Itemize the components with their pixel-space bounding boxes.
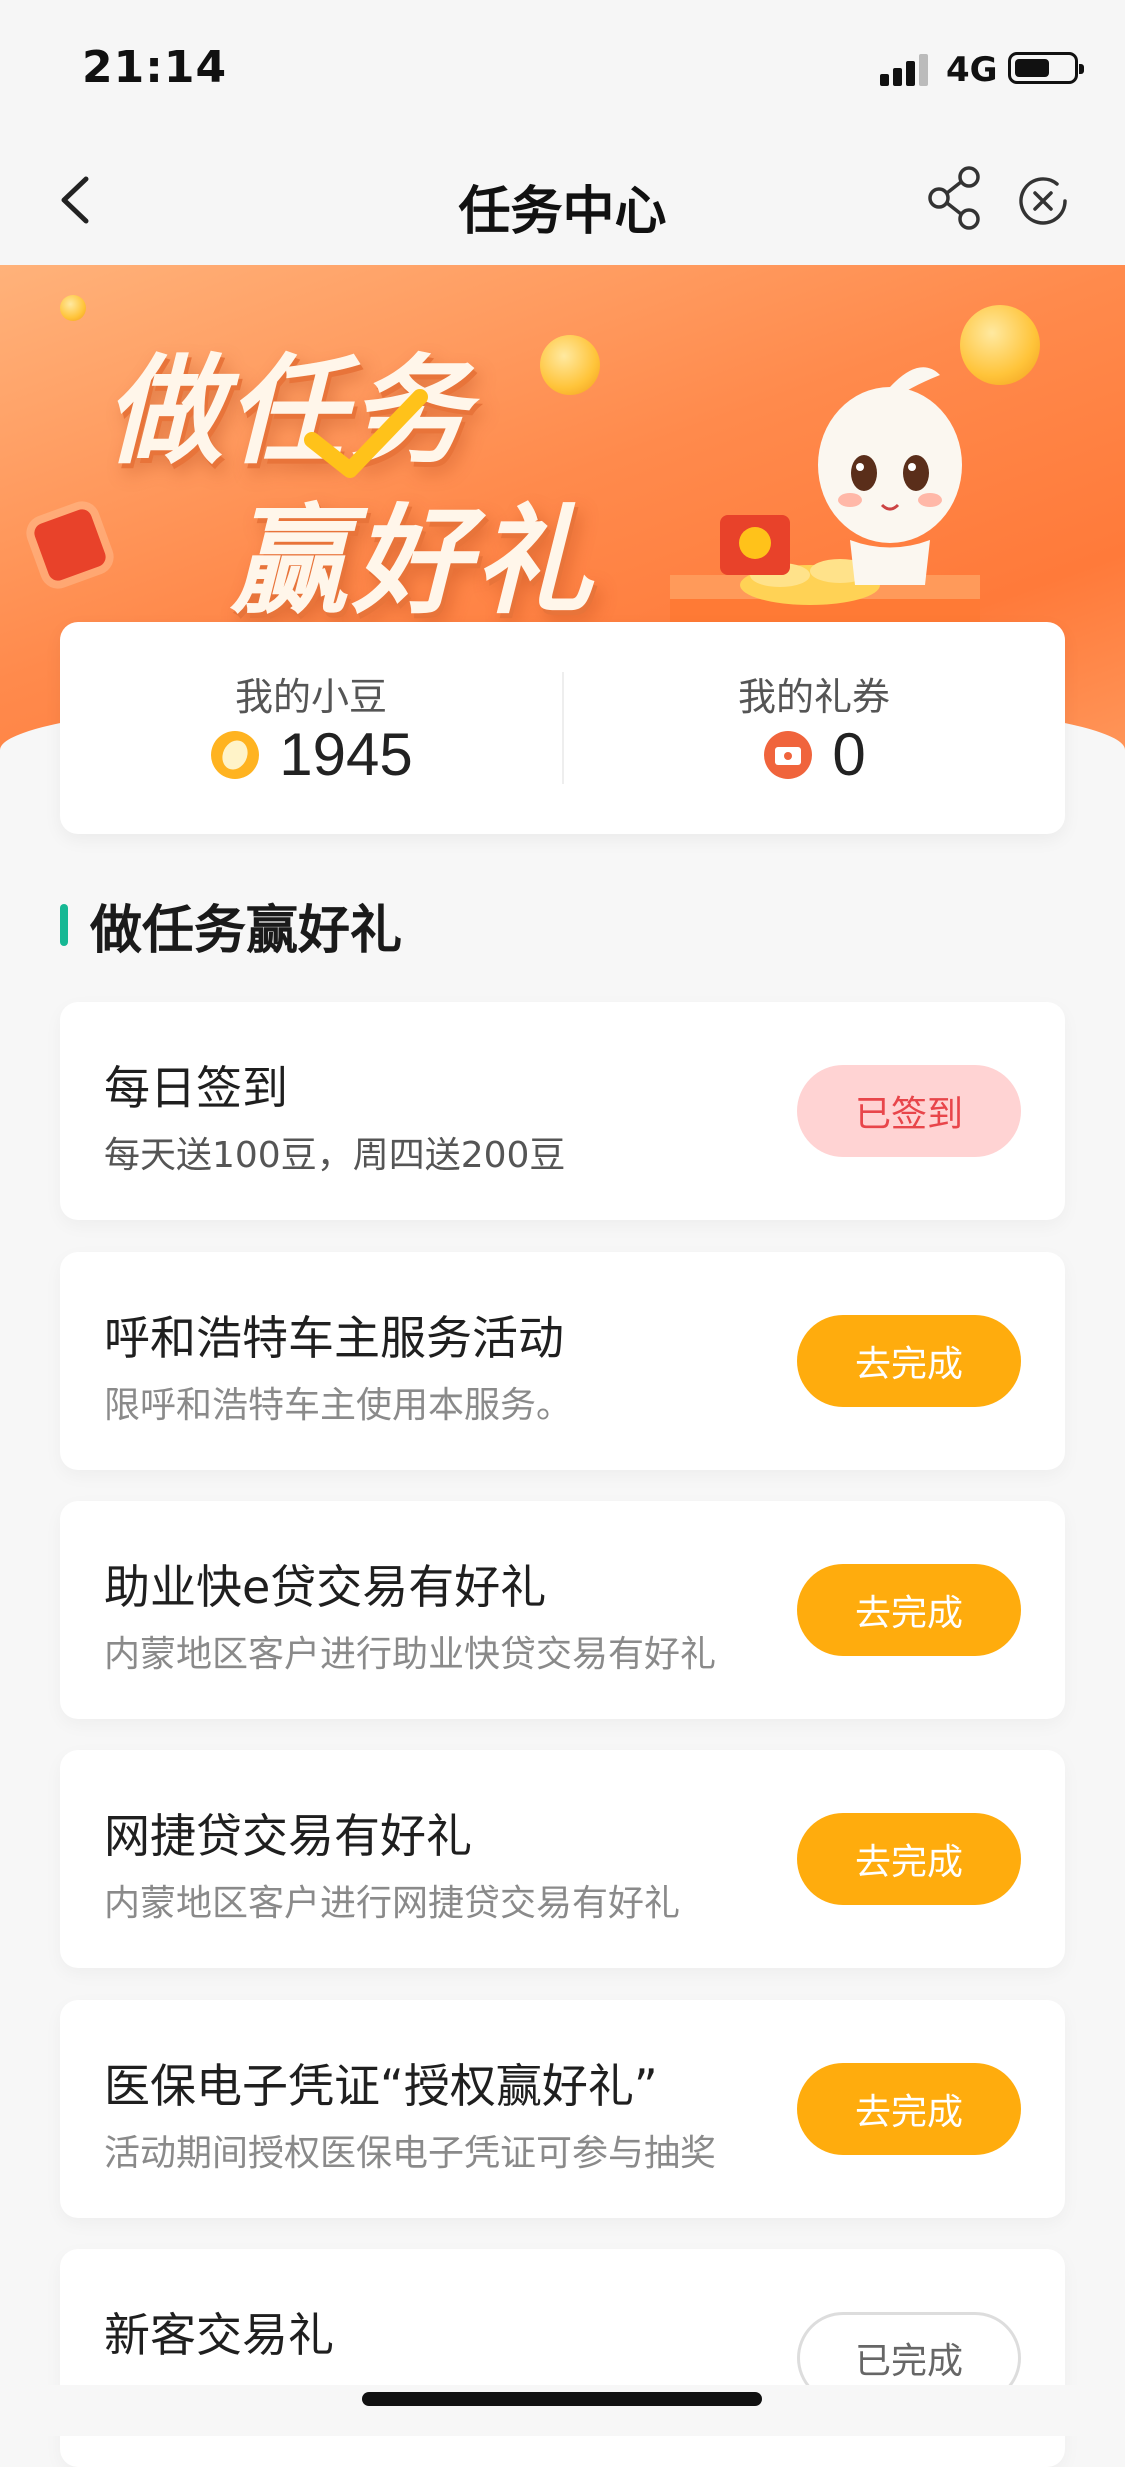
task-title: 呼和浩特车主服务活动: [104, 1311, 564, 1365]
section-accent-bar: [60, 904, 68, 946]
coin-decoration: [60, 295, 86, 321]
coin-decoration: [540, 335, 600, 395]
task-card-daily-checkin: 每日签到 每天送100豆，周四送200豆 已签到: [60, 1002, 1065, 1220]
nav-bar: 任务中心: [0, 135, 1125, 265]
beans-label: 我的小豆: [234, 675, 387, 719]
task-desc: 内蒙地区客户进行网捷贷交易有好礼: [104, 1883, 681, 1924]
my-coupons[interactable]: 我的礼券 0: [563, 622, 1065, 834]
go-complete-button[interactable]: 去完成: [797, 1564, 1021, 1656]
task-title: 新客交易礼: [104, 2308, 334, 2362]
task-card-car-owner: 呼和浩特车主服务活动 限呼和浩特车主使用本服务。 去完成: [60, 1252, 1065, 1470]
banner-title-line2: 赢好礼: [230, 492, 597, 630]
red-envelope-decoration: [31, 506, 109, 584]
section-header: 做任务赢好礼: [60, 890, 403, 961]
mascot-illustration: [818, 367, 962, 585]
battery-icon: [1008, 52, 1084, 84]
coupons-value: 0: [832, 721, 866, 788]
checkmark-icon: [304, 389, 428, 478]
task-card-net-loan: 网捷贷交易有好礼 内蒙地区客户进行网捷贷交易有好礼 去完成: [60, 1750, 1065, 1968]
go-complete-button[interactable]: 去完成: [797, 2063, 1021, 2155]
bean-icon: [211, 730, 260, 779]
task-card-medical-insurance: 医保电子凭证“授权赢好礼” 活动期间授权医保电子凭证可参与抽奖 去完成: [60, 2000, 1065, 2218]
go-complete-button[interactable]: 去完成: [797, 1813, 1021, 1905]
task-desc: 内蒙地区客户进行助业快贷交易有好礼: [104, 1634, 717, 1675]
signal-icon: [880, 52, 936, 86]
share-icon[interactable]: [925, 165, 985, 231]
task-title: 网捷贷交易有好礼: [104, 1809, 472, 1863]
status-bar: 21:14 4G: [0, 0, 1125, 135]
section-title: 做任务赢好礼: [90, 900, 403, 961]
home-indicator[interactable]: [362, 2392, 762, 2406]
task-title: 每日签到: [104, 1061, 288, 1115]
coupons-label: 我的礼券: [737, 675, 890, 719]
beans-value: 1945: [279, 721, 413, 788]
network-type: 4G: [946, 50, 998, 90]
my-beans[interactable]: 我的小豆 1945: [60, 622, 562, 834]
checked-in-button[interactable]: 已签到: [797, 1065, 1021, 1157]
task-title: 医保电子凭证“授权赢好礼”: [104, 2059, 658, 2113]
task-card-quick-loan: 助业快e贷交易有好礼 内蒙地区客户进行助业快贷交易有好礼 去完成: [60, 1501, 1065, 1719]
close-miniprogram-icon[interactable]: [1015, 173, 1071, 229]
task-desc: 每天送100豆，周四送200豆: [104, 1135, 566, 1176]
go-complete-button[interactable]: 去完成: [797, 1315, 1021, 1407]
coupon-icon: [764, 730, 813, 779]
stats-card: 我的小豆 1945 我的礼券 0: [60, 622, 1065, 834]
task-desc: 限呼和浩特车主使用本服务。: [104, 1385, 573, 1426]
status-time: 21:14: [82, 42, 228, 93]
task-desc: 活动期间授权医保电子凭证可参与抽奖: [104, 2133, 717, 2174]
task-title: 助业快e贷交易有好礼: [104, 1560, 547, 1614]
